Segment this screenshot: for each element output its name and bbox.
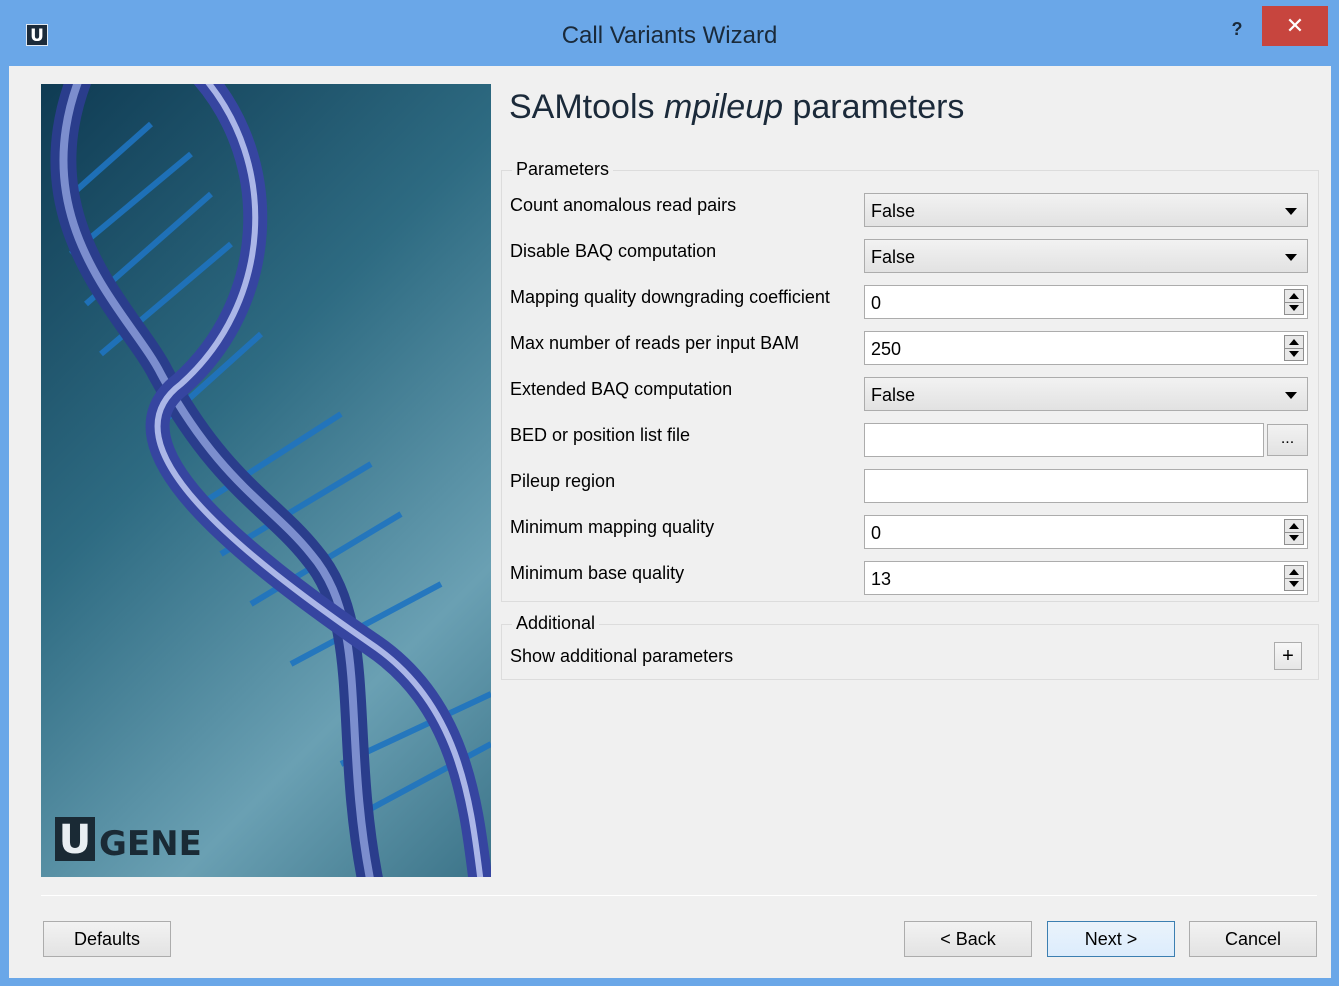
- min-base-spinbox[interactable]: 13: [864, 561, 1308, 595]
- extended-baq-label: Extended BAQ computation: [510, 379, 733, 399]
- window-title: Call Variants Wizard: [561, 22, 778, 49]
- ugene-logo: U GENE: [55, 817, 202, 864]
- logo-letter: U: [55, 817, 95, 863]
- help-button[interactable]: ?: [1220, 14, 1254, 44]
- max-reads-value: 250: [871, 339, 902, 359]
- logo-text: GENE: [99, 824, 202, 864]
- min-base-value: 13: [871, 569, 892, 589]
- dna-helix-icon: [50, 84, 491, 877]
- count-anomalous-select[interactable]: False: [864, 193, 1308, 227]
- pileup-region-label: Pileup region: [510, 471, 616, 491]
- defaults-button[interactable]: Defaults: [43, 921, 171, 957]
- count-anomalous-label: Count anomalous read pairs: [510, 195, 737, 215]
- chevron-down-icon: [1285, 208, 1297, 215]
- max-reads-label: Max number of reads per input BAM: [510, 333, 800, 353]
- page-title-prefix: SAMtools: [509, 88, 664, 126]
- cancel-button[interactable]: Cancel: [1189, 921, 1317, 957]
- chevron-down-icon: [1285, 392, 1297, 399]
- mapping-coeff-spinbox[interactable]: 0: [864, 285, 1308, 319]
- footer-separator: [41, 895, 1317, 896]
- spin-arrows-icon[interactable]: [1284, 289, 1304, 315]
- page-title-suffix: parameters: [783, 88, 965, 126]
- additional-group-title: Additional: [512, 613, 600, 634]
- dialog-client-area: U GENE SAMtools mpileup parameters Param…: [9, 66, 1331, 978]
- page-title: SAMtools mpileup parameters: [509, 88, 964, 127]
- parameters-group-title: Parameters: [512, 159, 614, 180]
- min-mapping-value: 0: [871, 523, 882, 543]
- mapping-coeff-value: 0: [871, 293, 882, 313]
- close-button[interactable]: ✕: [1262, 6, 1328, 46]
- disable-baq-label: Disable BAQ computation: [510, 241, 717, 261]
- extended-baq-select[interactable]: False: [864, 377, 1308, 411]
- disable-baq-select[interactable]: False: [864, 239, 1308, 273]
- bed-file-label: BED or position list file: [510, 425, 691, 445]
- back-button[interactable]: < Back: [904, 921, 1032, 957]
- next-button[interactable]: Next >: [1047, 921, 1175, 957]
- title-bar: U Call Variants Wizard ? ✕: [0, 0, 1339, 66]
- show-additional-label: Show additional parameters: [510, 646, 734, 666]
- min-base-label: Minimum base quality: [510, 563, 685, 583]
- bed-file-input[interactable]: [864, 423, 1264, 457]
- additional-group: Additional Show additional parameters +: [501, 613, 1319, 680]
- spin-arrows-icon[interactable]: [1284, 519, 1304, 545]
- min-mapping-spinbox[interactable]: 0: [864, 515, 1308, 549]
- page-title-tool: mpileup: [663, 88, 784, 126]
- dna-helix-image: U GENE: [41, 84, 491, 877]
- extended-baq-value: False: [871, 385, 916, 405]
- count-anomalous-value: False: [871, 201, 916, 221]
- min-mapping-label: Minimum mapping quality: [510, 517, 715, 537]
- wizard-window: U Call Variants Wizard ? ✕ U GENE SAMtoo…: [0, 0, 1339, 986]
- spin-arrows-icon[interactable]: [1284, 335, 1304, 361]
- mapping-coeff-label: Mapping quality downgrading coefficient: [510, 287, 830, 307]
- parameters-group: Parameters Count anomalous read pairs Fa…: [501, 159, 1319, 602]
- max-reads-spinbox[interactable]: 250: [864, 331, 1308, 365]
- pileup-region-input[interactable]: [864, 469, 1308, 503]
- expand-plus-button[interactable]: +: [1274, 642, 1302, 670]
- spin-arrows-icon[interactable]: [1284, 565, 1304, 591]
- disable-baq-value: False: [871, 247, 916, 267]
- bed-file-browse-button[interactable]: ...: [1267, 424, 1308, 456]
- chevron-down-icon: [1285, 254, 1297, 261]
